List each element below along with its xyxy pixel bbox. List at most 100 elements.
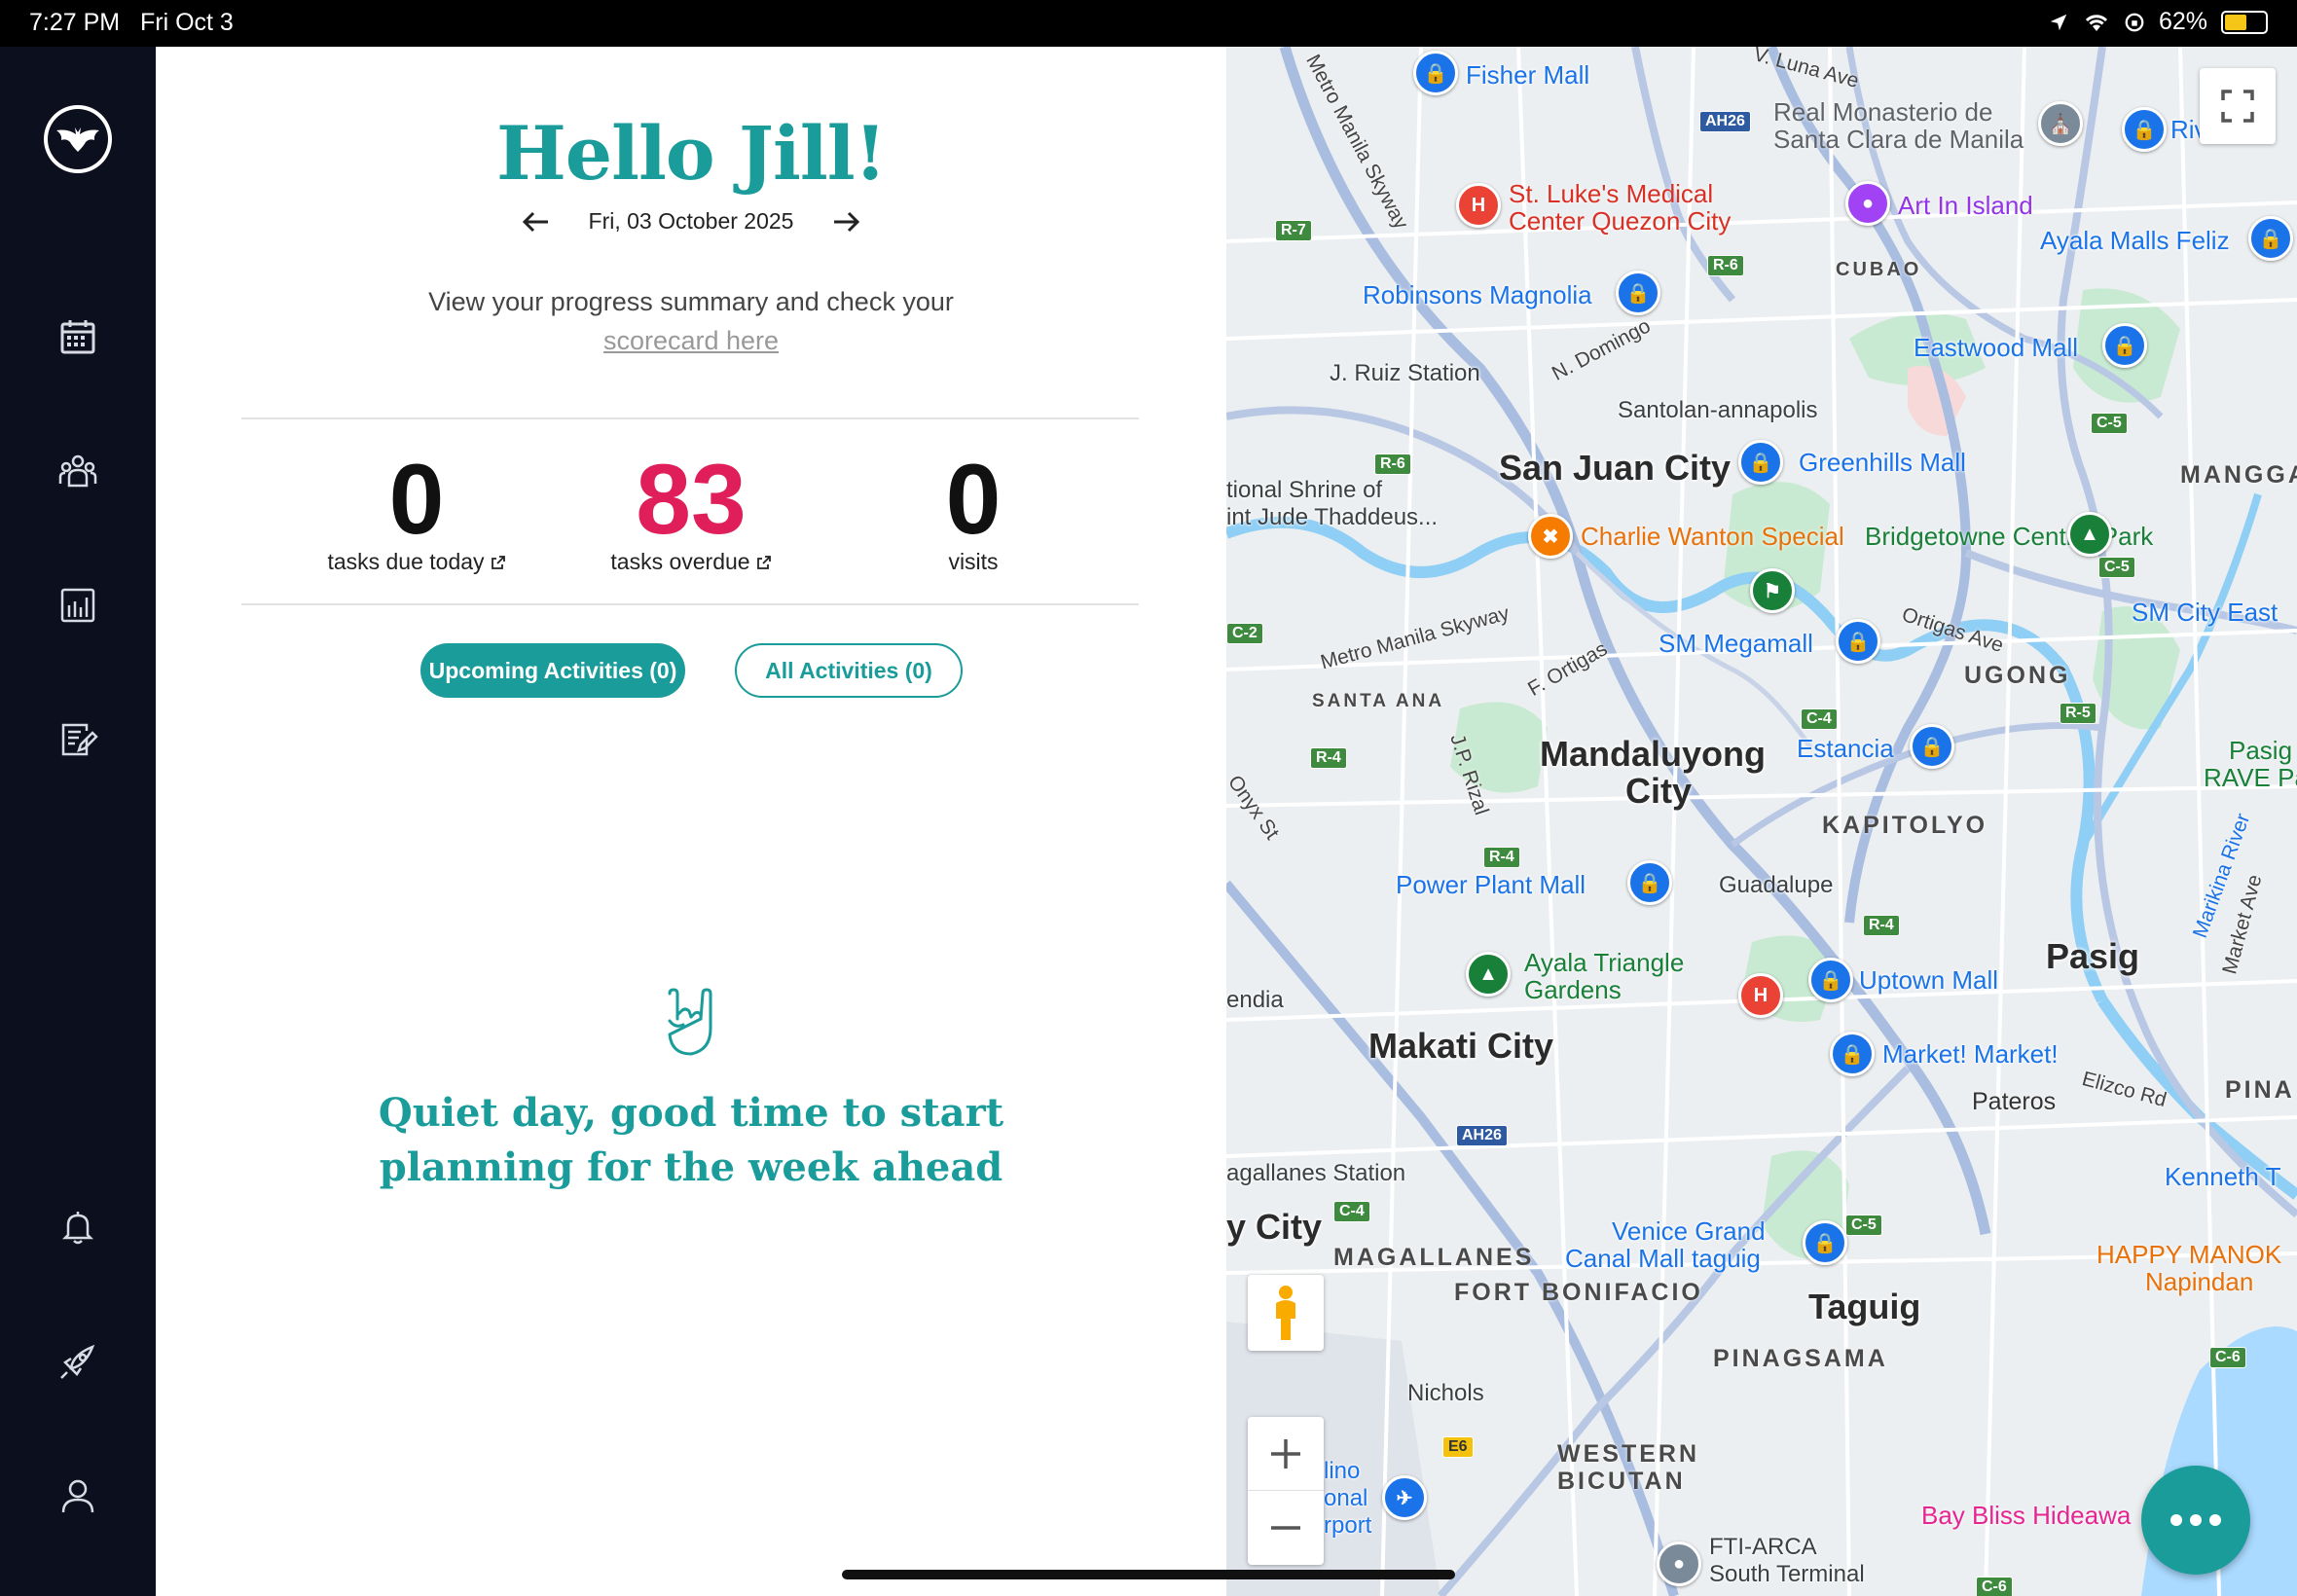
shopping-pin-icon[interactable]: 🔒 xyxy=(1413,51,1458,95)
station-label[interactable]: Santolan-annapolis xyxy=(1618,397,1818,424)
empty-line-2: planning for the week ahead xyxy=(379,1144,1003,1190)
previous-day-button[interactable] xyxy=(521,210,550,234)
poi-label[interactable]: Market! Market! xyxy=(1882,1039,2059,1070)
shopping-pin-icon[interactable]: 🔒 xyxy=(1836,619,1880,664)
tab-upcoming-activities[interactable]: Upcoming Activities (0) xyxy=(420,643,685,698)
poi-label[interactable]: lino xyxy=(1324,1458,1360,1485)
sidebar-item-profile[interactable] xyxy=(49,1467,107,1525)
shopping-pin-icon[interactable]: 🔒 xyxy=(2122,107,2167,152)
sidebar-item-reports[interactable] xyxy=(49,576,107,635)
golf-pin-icon[interactable]: ⚑ xyxy=(1750,568,1795,613)
station-label[interactable]: Nichols xyxy=(1407,1380,1484,1407)
shopping-pin-icon[interactable]: 🔒 xyxy=(1738,440,1783,485)
park-pin-icon[interactable]: ▲ xyxy=(1466,952,1511,997)
fullscreen-button[interactable] xyxy=(2200,68,2276,144)
poi-label[interactable]: SM City East xyxy=(2132,598,2278,628)
map-label-city: y City xyxy=(1226,1207,1323,1247)
poi-label[interactable]: FTI-ARCA xyxy=(1709,1534,1817,1561)
station-label[interactable]: endia xyxy=(1226,987,1284,1014)
poi-label[interactable]: Real Monasterio de xyxy=(1773,97,1992,127)
poi-label[interactable]: St. Luke's Medical xyxy=(1509,179,1713,209)
terminal-pin-icon[interactable]: ● xyxy=(1657,1542,1701,1586)
poi-label[interactable]: Charlie Wanton Special xyxy=(1581,522,1844,552)
art-pin-icon[interactable]: ● xyxy=(1845,181,1890,226)
next-day-button[interactable] xyxy=(832,210,861,234)
poi-label[interactable]: Gardens xyxy=(1524,975,1622,1005)
stat-tasks-due[interactable]: 0 tasks due today xyxy=(271,446,563,575)
zoom-controls xyxy=(1248,1417,1324,1565)
poi-label[interactable]: Fisher Mall xyxy=(1466,60,1589,91)
shopping-pin-icon[interactable]: 🔒 xyxy=(1808,958,1853,1002)
street-view-pegman[interactable] xyxy=(1248,1275,1324,1351)
shopping-pin-icon[interactable]: 🔒 xyxy=(2248,216,2293,261)
poi-label[interactable]: Robinsons Magnolia xyxy=(1363,280,1592,310)
external-link-icon xyxy=(756,555,771,569)
poi-label[interactable]: Power Plant Mall xyxy=(1396,870,1586,900)
poi-label[interactable]: Napindan xyxy=(2145,1267,2253,1297)
poi-label[interactable]: SM Megamall xyxy=(1659,629,1813,659)
shopping-pin-icon[interactable]: 🔒 xyxy=(1910,724,1954,769)
station-label[interactable]: agallanes Station xyxy=(1226,1160,1405,1187)
poi-label[interactable]: tional Shrine of xyxy=(1226,477,1382,504)
poi-label[interactable]: Santa Clara de Manila xyxy=(1773,125,2024,155)
zoom-out-button[interactable] xyxy=(1248,1492,1324,1564)
shopping-pin-icon[interactable]: 🔒 xyxy=(1830,1032,1875,1076)
map-view[interactable]: San Juan City Mandaluyong City Makati Ci… xyxy=(1226,47,2297,1596)
poi-label[interactable]: Eastwood Mall xyxy=(1914,333,2078,363)
shopping-pin-icon[interactable]: 🔒 xyxy=(1616,271,1660,315)
poi-label[interactable]: Bay Bliss Hideawa xyxy=(1921,1501,2131,1531)
poi-label[interactable]: Ayala Malls Feliz xyxy=(2040,226,2230,256)
home-indicator[interactable] xyxy=(842,1570,1455,1579)
sidebar-item-notifications[interactable] xyxy=(49,1198,107,1256)
restaurant-pin-icon[interactable]: ✖ xyxy=(1528,514,1573,559)
poi-label[interactable]: rport xyxy=(1324,1512,1371,1540)
more-options-button[interactable] xyxy=(2141,1466,2250,1575)
stat-tasks-overdue[interactable]: 83 tasks overdue xyxy=(545,446,837,575)
poi-label[interactable]: Estancia xyxy=(1797,734,1894,764)
poi-label[interactable]: int Jude Thaddeus... xyxy=(1226,504,1438,531)
poi-label[interactable]: RAVE Park xyxy=(2204,763,2297,793)
reports-icon xyxy=(60,588,95,623)
sidebar-item-launch[interactable] xyxy=(49,1332,107,1391)
map-label-city: Mandaluyong xyxy=(1540,734,1766,774)
poi-label[interactable]: HAPPY MANOK xyxy=(2096,1240,2281,1270)
scorecard-link[interactable]: scorecard here xyxy=(603,326,779,355)
calendar-icon xyxy=(60,320,95,354)
poi-label[interactable]: Kenneth T xyxy=(2165,1162,2281,1192)
sidebar-item-notes[interactable] xyxy=(49,710,107,769)
zoom-in-button[interactable] xyxy=(1248,1418,1324,1491)
poi-label[interactable]: Ayala Triangle xyxy=(1524,948,1684,978)
monastery-pin-icon[interactable]: ⛪ xyxy=(2038,101,2083,146)
battery-icon xyxy=(2221,10,2268,34)
sidebar-item-calendar[interactable] xyxy=(49,308,107,366)
stat-label: tasks due today xyxy=(327,549,485,574)
poi-label[interactable]: Greenhills Mall xyxy=(1799,448,1966,478)
poi-label[interactable]: Art In Island xyxy=(1898,191,2033,221)
station-label[interactable]: Guadalupe xyxy=(1719,872,1833,899)
hospital-pin-icon[interactable]: H xyxy=(1456,183,1501,228)
poi-label[interactable]: onal xyxy=(1324,1485,1367,1512)
hospital-pin-icon[interactable]: H xyxy=(1738,973,1783,1018)
sidebar-item-team[interactable] xyxy=(49,442,107,500)
poi-label[interactable]: South Terminal xyxy=(1709,1561,1865,1588)
summary-text: View your progress summary and check you… xyxy=(428,287,954,316)
road-shield: C-5 xyxy=(2098,557,2135,578)
poi-label[interactable]: Center Quezon City xyxy=(1509,206,1731,236)
map-label-area: Pateros xyxy=(1972,1088,2057,1115)
park-pin-icon[interactable]: ▲ xyxy=(2067,512,2112,557)
tab-all-activities[interactable]: All Activities (0) xyxy=(735,643,963,698)
airport-pin-icon[interactable]: ✈ xyxy=(1382,1475,1427,1520)
poi-label[interactable]: Uptown Mall xyxy=(1859,965,1998,996)
poi-label[interactable]: Venice Grand xyxy=(1612,1216,1766,1247)
brand-logo[interactable] xyxy=(44,105,112,173)
minus-icon xyxy=(1271,1526,1300,1530)
station-label[interactable]: J. Ruiz Station xyxy=(1330,360,1480,387)
road-shield: AH26 xyxy=(1699,111,1751,132)
team-icon xyxy=(58,454,97,488)
map-label-area: KAPITOLYO xyxy=(1822,812,1988,839)
poi-label[interactable]: Canal Mall taguig xyxy=(1565,1244,1761,1274)
shopping-pin-icon[interactable]: 🔒 xyxy=(1627,860,1672,905)
shopping-pin-icon[interactable]: 🔒 xyxy=(1803,1220,1847,1265)
shopping-pin-icon[interactable]: 🔒 xyxy=(2102,323,2147,368)
poi-label[interactable]: Pasig xyxy=(2229,736,2292,766)
